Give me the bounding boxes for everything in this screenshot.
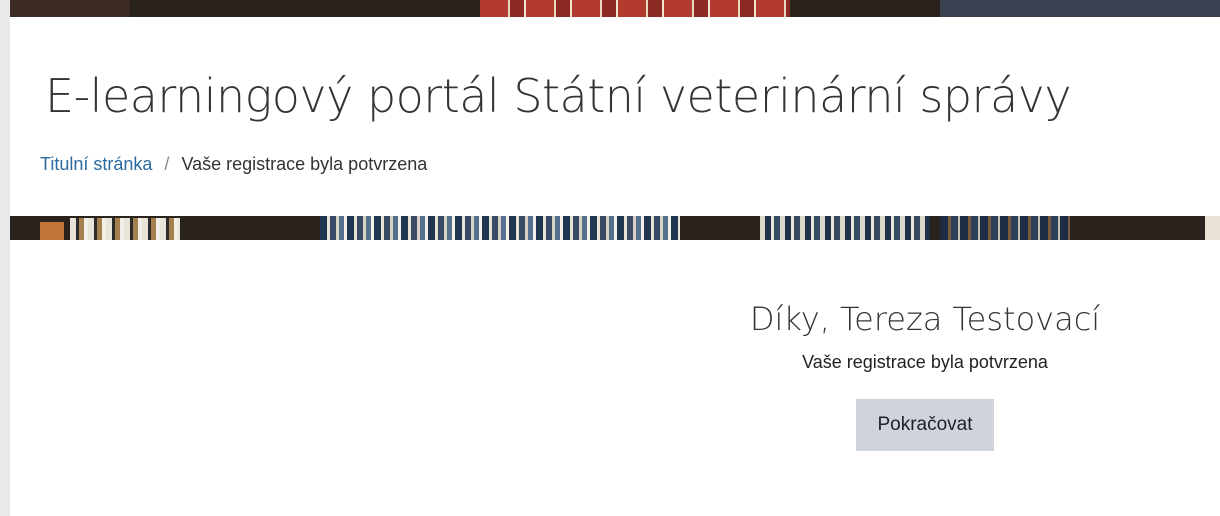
confirmation-panel: Díky, Tereza Testovací Vaše registrace b… — [740, 300, 1110, 451]
book-row — [940, 0, 1220, 17]
page-header: E-learningový portál Státní veterinární … — [10, 17, 1220, 216]
book-row — [320, 216, 680, 240]
book-row — [70, 218, 180, 240]
book — [1205, 216, 1220, 240]
breadcrumb-home-link[interactable]: Titulní stránka — [40, 154, 152, 174]
book-row — [940, 216, 1070, 240]
book-row — [480, 0, 790, 17]
header-banner-bottom — [10, 216, 1220, 240]
book-row — [760, 216, 930, 240]
book-row — [10, 0, 130, 17]
header-banner-top — [10, 0, 1220, 17]
breadcrumb: Titulní stránka / Vaše registrace byla p… — [40, 154, 427, 175]
page-frame-left — [0, 0, 10, 516]
breadcrumb-separator: / — [164, 154, 170, 174]
breadcrumb-current: Vaše registrace byla potvrzena — [181, 154, 428, 174]
site-title: E-learningový portál Státní veterinární … — [45, 69, 1072, 123]
book — [40, 222, 64, 240]
thanks-heading: Díky, Tereza Testovací — [749, 300, 1101, 338]
continue-button[interactable]: Pokračovat — [856, 399, 994, 451]
confirmation-message: Vaše registrace byla potvrzena — [802, 352, 1048, 372]
